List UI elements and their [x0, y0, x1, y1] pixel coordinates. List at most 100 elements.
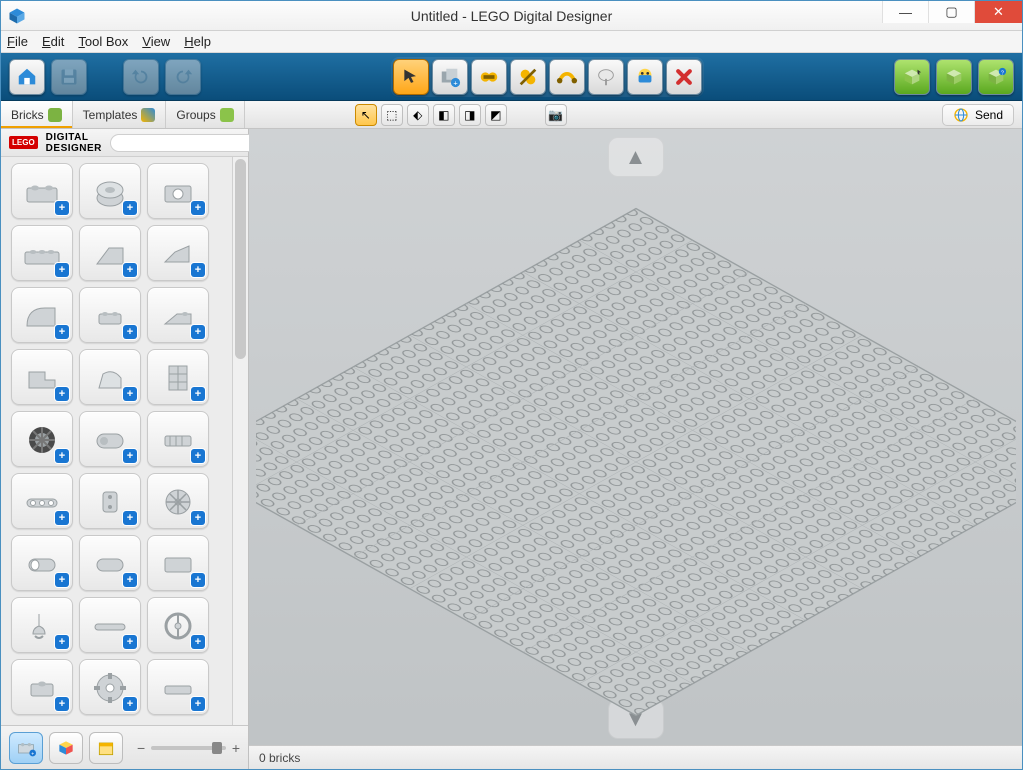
add-icon: + — [123, 511, 137, 525]
menu-view[interactable]: View — [142, 34, 170, 49]
menu-help[interactable]: Help — [184, 34, 211, 49]
brick-count-label: 0 bricks — [259, 751, 300, 765]
brick-brick-2x6[interactable]: + — [11, 225, 73, 281]
palette-scrollbar[interactable] — [232, 157, 248, 725]
add-icon: + — [55, 697, 69, 711]
tab-groups[interactable]: Groups — [166, 101, 244, 128]
select-tool[interactable] — [393, 59, 429, 95]
hinge-align-tool[interactable] — [510, 59, 546, 95]
titlebar: Untitled - LEGO Digital Designer — ▢ ✕ — [1, 1, 1022, 31]
add-icon: + — [191, 201, 205, 215]
undo-button[interactable] — [123, 59, 159, 95]
send-button[interactable]: Send — [942, 104, 1014, 126]
brick-round-tube-open[interactable]: + — [11, 535, 73, 591]
zoom-out-button[interactable]: − — [137, 740, 145, 756]
select-invert-tool[interactable]: ◩ — [485, 104, 507, 126]
globe-icon — [953, 107, 969, 123]
side-header: LEGO DIGITAL DESIGNER ◂◂ — [1, 129, 248, 157]
select-multi-tool[interactable]: ⬚ — [381, 104, 403, 126]
brick-wheel[interactable]: + — [11, 411, 73, 467]
tool-group: + — [391, 57, 704, 97]
brick-engine[interactable]: + — [79, 411, 141, 467]
add-icon: + — [191, 697, 205, 711]
brick-brick-1x2[interactable]: + — [11, 659, 73, 715]
brick-grille-tile[interactable]: + — [147, 411, 209, 467]
screenshot-tool[interactable]: 📷 — [545, 104, 567, 126]
brick-bar-tool[interactable]: + — [11, 597, 73, 653]
add-icon: + — [55, 449, 69, 463]
tab-groups-label: Groups — [176, 108, 215, 122]
brick-plate-2x2[interactable]: + — [79, 287, 141, 343]
brick-door-panel[interactable]: + — [147, 349, 209, 405]
add-icon: + — [123, 449, 137, 463]
brick-technic-beam[interactable]: + — [11, 473, 73, 529]
hide-tool[interactable] — [627, 59, 663, 95]
select-connected-tool[interactable]: ⬖ — [407, 104, 429, 126]
select-single-tool[interactable]: ↖ — [355, 104, 377, 126]
selection-tools: ↖ ⬚ ⬖ ◧ ◨ ◩ 📷 — [355, 104, 567, 126]
palette-view-bricks[interactable]: + — [9, 732, 43, 764]
brick-arch-curved[interactable]: + — [11, 287, 73, 343]
brick-seat[interactable]: + — [79, 349, 141, 405]
save-button[interactable] — [51, 59, 87, 95]
svg-text:+: + — [31, 751, 34, 757]
baseplate — [256, 182, 1016, 742]
add-icon: + — [191, 449, 205, 463]
add-icon: + — [55, 387, 69, 401]
brick-brick-angled[interactable]: + — [147, 225, 209, 281]
brick-frame-round[interactable]: + — [147, 597, 209, 653]
brick-axle[interactable]: + — [79, 597, 141, 653]
zoom-slider[interactable] — [151, 746, 226, 750]
svg-text:+: + — [453, 78, 457, 87]
building-guide-button[interactable]: ? — [978, 59, 1014, 95]
brick-wedge-plate[interactable]: + — [147, 287, 209, 343]
paint-tool[interactable] — [588, 59, 624, 95]
build-mode-button[interactable] — [894, 59, 930, 95]
minimize-button[interactable]: — — [882, 1, 928, 23]
view-mode-button[interactable] — [936, 59, 972, 95]
brick-brick-round-2x2[interactable]: + — [79, 163, 141, 219]
add-icon: + — [55, 201, 69, 215]
home-button[interactable] — [9, 59, 45, 95]
maximize-button[interactable]: ▢ — [928, 1, 974, 23]
camera-up-button[interactable]: ▲ — [608, 137, 664, 177]
brick-round-tube[interactable]: + — [79, 535, 141, 591]
hinge-tool[interactable] — [471, 59, 507, 95]
close-button[interactable]: ✕ — [974, 1, 1022, 23]
brick-cog-large[interactable]: + — [79, 659, 141, 715]
select-color-tool[interactable]: ◧ — [433, 104, 455, 126]
add-icon: + — [191, 635, 205, 649]
brick-technic-pin[interactable]: + — [79, 473, 141, 529]
add-icon: + — [123, 201, 137, 215]
zoom-in-button[interactable]: + — [232, 740, 240, 756]
tab-templates[interactable]: Templates — [73, 101, 167, 128]
menu-edit[interactable]: Edit — [42, 34, 64, 49]
add-icon: + — [123, 263, 137, 277]
secondary-toolbar: Bricks Templates Groups ↖ ⬚ ⬖ ◧ ◨ ◩ 📷 — [1, 101, 1022, 129]
app-window: Untitled - LEGO Digital Designer — ▢ ✕ F… — [0, 0, 1023, 770]
clone-tool[interactable]: + — [432, 59, 468, 95]
add-icon: + — [191, 511, 205, 525]
main-toolbar: + ? — [1, 53, 1022, 101]
delete-tool[interactable] — [666, 59, 702, 95]
brick-brick-technic-1x2[interactable]: + — [147, 163, 209, 219]
palette-view-colored[interactable] — [49, 732, 83, 764]
flex-tool[interactable] — [549, 59, 585, 95]
add-icon: + — [191, 325, 205, 339]
add-icon: + — [123, 635, 137, 649]
redo-button[interactable] — [165, 59, 201, 95]
tab-bricks[interactable]: Bricks — [1, 101, 73, 128]
menubar: File Edit Tool Box View Help — [1, 31, 1022, 53]
brick-panel-flat[interactable]: + — [147, 535, 209, 591]
brick-brick-2x4[interactable]: + — [11, 163, 73, 219]
menu-toolbox[interactable]: Tool Box — [78, 34, 128, 49]
canvas[interactable]: ▲ ◀ ▶ ▼ — [249, 129, 1022, 769]
brick-bracket[interactable]: + — [11, 349, 73, 405]
palette-view-sets[interactable] — [89, 732, 123, 764]
product-label: DIGITAL DESIGNER — [46, 132, 102, 154]
brick-gear[interactable]: + — [147, 473, 209, 529]
menu-file[interactable]: File — [7, 34, 28, 49]
select-shape-tool[interactable]: ◨ — [459, 104, 481, 126]
brick-slope-2x2[interactable]: + — [79, 225, 141, 281]
brick-tile-1x2[interactable]: + — [147, 659, 209, 715]
